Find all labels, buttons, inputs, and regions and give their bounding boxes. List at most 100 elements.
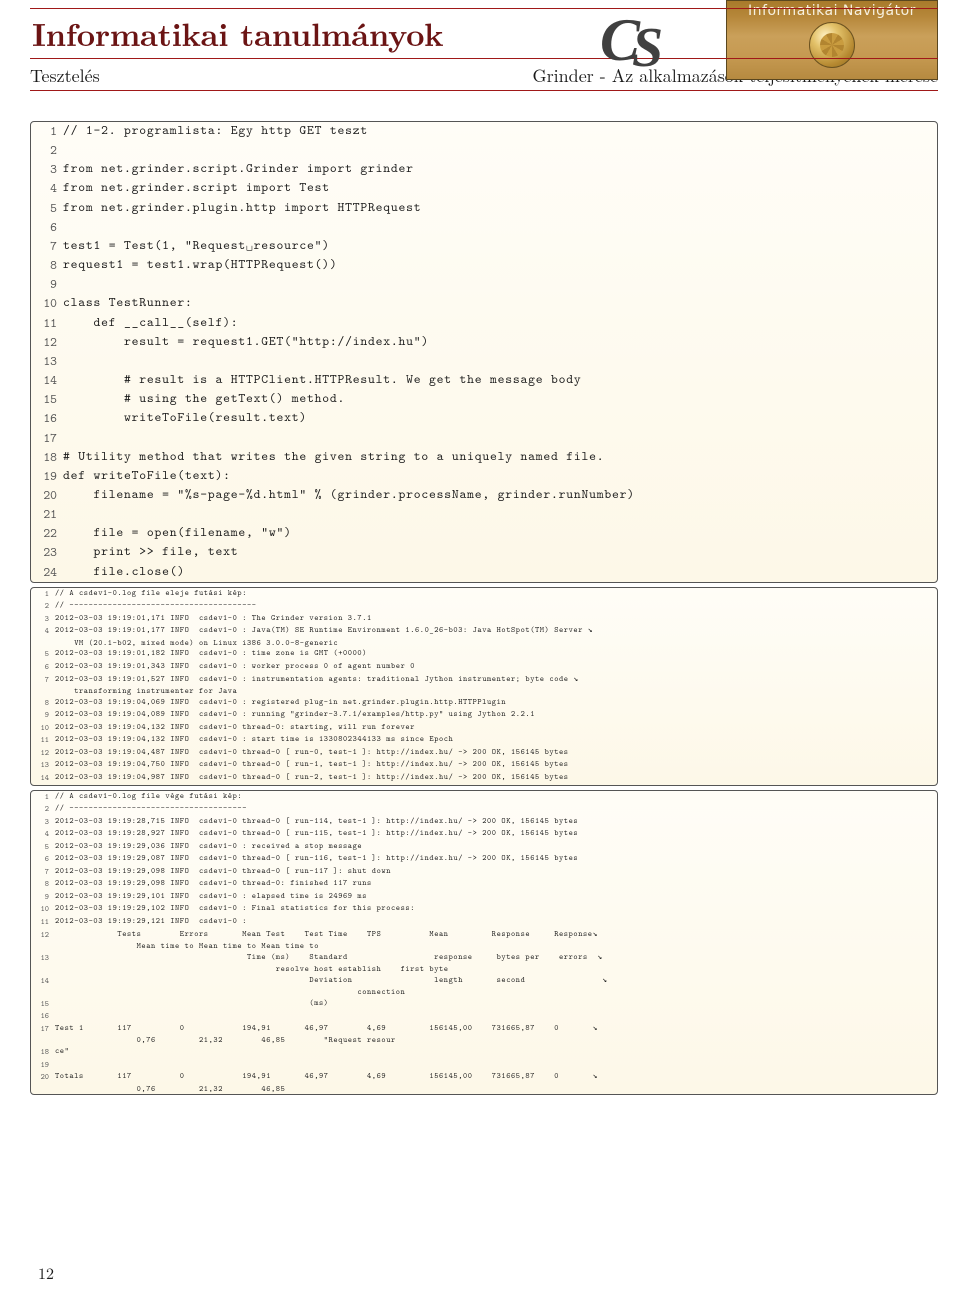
line-number: 7 (31, 674, 55, 687)
code-line: def writeToFile(text): (63, 467, 937, 486)
line-number: 4 (31, 625, 55, 638)
code-line: 2012-03-03 19:19:01,343 INFO csdev1-0 : … (55, 661, 937, 674)
line-number: 1 (31, 791, 55, 804)
subtitle-left: Tesztelés (30, 63, 100, 88)
code-line: Tests Errors Mean Test Test Time TPS Mea… (55, 929, 937, 942)
code-line: 2012-03-03 19:19:04,750 INFO csdev1-0 th… (55, 759, 937, 772)
code-listing: 1// A csdev1-0.log file vége futási kép:… (30, 790, 938, 1096)
content: 1// 1-2. programlista: Egy http GET tesz… (30, 121, 938, 1095)
code-line: 2012-03-03 19:19:01,171 INFO csdev1-0 : … (55, 613, 937, 626)
code-line: // ------------------------------------- (55, 803, 937, 816)
line-number (31, 987, 55, 998)
code-line: # using the getText() method. (63, 390, 937, 409)
page-title: Informatikai tanulmányok (30, 9, 938, 58)
line-number: 8 (31, 256, 63, 275)
line-number: 22 (31, 524, 63, 543)
code-line: 2012-03-03 19:19:28,715 INFO csdev1-0 th… (55, 816, 937, 829)
line-number: 10 (31, 722, 55, 735)
line-number: 2 (31, 600, 55, 613)
line-number: 12 (31, 333, 63, 352)
code-line: 2012-03-03 19:19:04,487 INFO csdev1-0 th… (55, 747, 937, 760)
line-number: 4 (31, 828, 55, 841)
line-number: 13 (31, 759, 55, 772)
code-line: 2012-03-03 19:19:29,087 INFO csdev1-0 th… (55, 853, 937, 866)
line-number (31, 686, 55, 697)
code-line: connection (55, 987, 937, 998)
line-number (31, 941, 55, 952)
line-number: 1 (31, 122, 63, 141)
line-number (31, 964, 55, 975)
code-line: transforming instrumenter for Java (55, 686, 937, 697)
code-line: Deviation length second ↘ (55, 975, 937, 988)
code-line: 2012-03-03 19:19:29,102 INFO csdev1-0 : … (55, 903, 937, 916)
code-line: 2012-03-03 19:19:01,177 INFO csdev1-0 : … (55, 625, 937, 638)
line-number: 12 (31, 929, 55, 942)
line-number: 20 (31, 486, 63, 505)
code-line (55, 1010, 937, 1023)
line-number: 15 (31, 390, 63, 409)
line-number: 18 (31, 448, 63, 467)
line-number: 5 (31, 648, 55, 661)
line-number: 14 (31, 772, 55, 785)
code-line: Totals 117 0 194,91 46,97 4,69 156145,00… (55, 1071, 937, 1084)
code-line: 2012-03-03 19:19:29,121 INFO csdev1-0 : (55, 916, 937, 929)
line-number: 11 (31, 916, 55, 929)
line-number: 8 (31, 878, 55, 891)
code-listing: 1// A csdev1-0.log file eleje futási kép… (30, 587, 938, 786)
code-line: 2012-03-03 19:19:04,132 INFO csdev1-0 th… (55, 722, 937, 735)
code-line: // A csdev1-0.log file vége futási kép: (55, 791, 937, 804)
code-line: print >> file, text (63, 543, 937, 562)
code-line (55, 1059, 937, 1072)
line-number (31, 638, 55, 649)
line-number (31, 1084, 55, 1095)
line-number: 6 (31, 853, 55, 866)
line-number: 5 (31, 841, 55, 854)
line-number: 23 (31, 543, 63, 562)
code-line: 2012-03-03 19:19:04,132 INFO csdev1-0 : … (55, 734, 937, 747)
line-number: 4 (31, 179, 63, 198)
code-line: Test 1 117 0 194,91 46,97 4,69 156145,00… (55, 1023, 937, 1036)
line-number: 12 (31, 747, 55, 760)
code-line (63, 429, 937, 448)
page-number: 12 (38, 1261, 54, 1284)
line-number: 7 (31, 237, 63, 256)
line-number: 9 (31, 891, 55, 904)
code-line: 2012-03-03 19:19:29,036 INFO csdev1-0 : … (55, 841, 937, 854)
code-line: from net.grinder.script import Test (63, 179, 937, 198)
code-line: 2012-03-03 19:19:01,182 INFO csdev1-0 : … (55, 648, 937, 661)
code-line: test1 = Test(1, "Request␣resource") (63, 237, 937, 256)
code-line: 2012-03-03 19:19:29,098 INFO csdev1-0 th… (55, 878, 937, 891)
code-line: file.close() (63, 563, 937, 582)
code-line (63, 275, 937, 294)
line-number: 2 (31, 803, 55, 816)
code-line: 2012-03-03 19:19:28,927 INFO csdev1-0 th… (55, 828, 937, 841)
code-line (63, 505, 937, 524)
line-number: 11 (31, 314, 63, 333)
line-number: 3 (31, 160, 63, 179)
line-number: 3 (31, 816, 55, 829)
line-number: 10 (31, 294, 63, 313)
code-line: resolve host establish first byte (55, 964, 937, 975)
code-line: class TestRunner: (63, 294, 937, 313)
code-line: Mean time to Mean time to Mean time to (55, 941, 937, 952)
code-line: ce" (55, 1046, 937, 1059)
line-number: 17 (31, 1023, 55, 1036)
code-line: 0,76 21,32 46,85 "Request resour (55, 1035, 937, 1046)
code-line: # result is a HTTPClient.HTTPResult. We … (63, 371, 937, 390)
line-number: 13 (31, 952, 55, 965)
line-number: 11 (31, 734, 55, 747)
code-line: from net.grinder.plugin.http import HTTP… (63, 199, 937, 218)
code-line: writeToFile(result.text) (63, 409, 937, 428)
line-number: 13 (31, 352, 63, 371)
code-line: (ms) (55, 998, 937, 1011)
line-number: 19 (31, 1059, 55, 1072)
line-number: 8 (31, 697, 55, 710)
code-line: 2012-03-03 19:19:04,089 INFO csdev1-0 : … (55, 709, 937, 722)
line-number: 15 (31, 998, 55, 1011)
line-number: 18 (31, 1046, 55, 1059)
line-number: 3 (31, 613, 55, 626)
code-line: 2012-03-03 19:19:04,987 INFO csdev1-0 th… (55, 772, 937, 785)
line-number: 6 (31, 661, 55, 674)
line-number: 14 (31, 975, 55, 988)
line-number: 16 (31, 409, 63, 428)
